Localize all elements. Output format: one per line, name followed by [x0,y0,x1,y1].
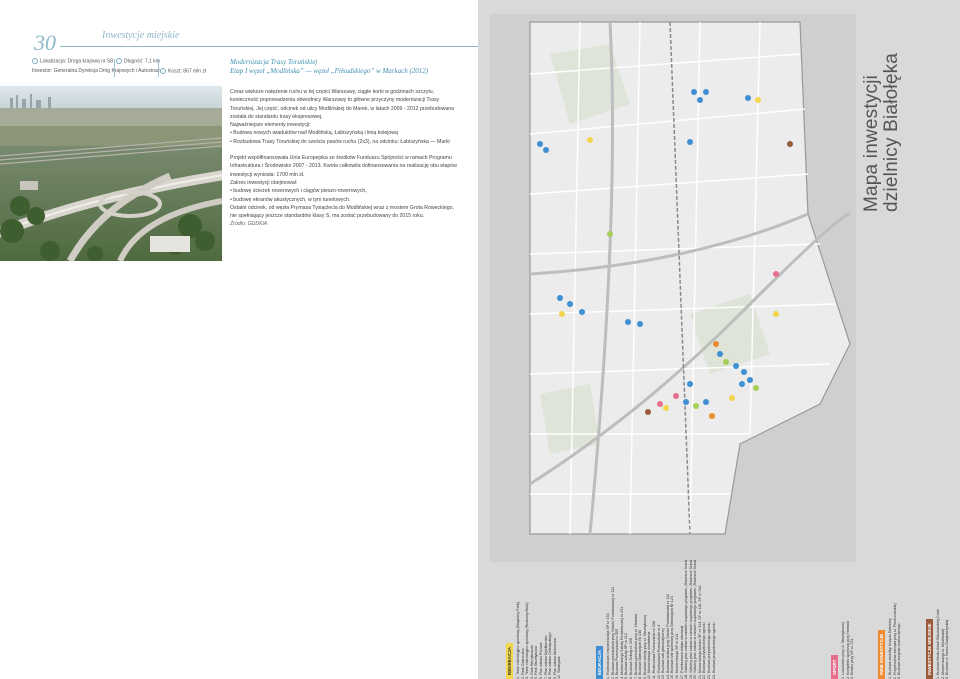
ruler-icon [116,58,122,64]
legend-list-sport: 1. Lodowisko przy ul. Strumykowej 2. Kom… [841,560,855,679]
legend-heading-rekreacja: REKREACJA [506,642,513,679]
page-number: 30 [34,30,56,55]
article-body: Coraz większe natężenie ruchu w tej częś… [230,88,462,229]
info-divider [114,59,115,77]
info-divider [158,59,159,77]
map-title-line: Mapa inwestycji [861,74,882,212]
legend-column-sport-inne: SPORT 1. Lodowisko przy ul. Strumykowej … [823,560,863,679]
legend-item: 10. Skatepark [557,656,562,679]
article-paragraph: Coraz większe natężenie ruchu w tej częś… [230,89,455,120]
header-divider [60,46,478,47]
article-title: Modernizacja Trasy Toruńskiej Etap I węz… [230,58,470,75]
coin-icon [160,68,166,74]
info-cost: Koszt: 867 mln zł [160,68,206,74]
map-title-line: dzielnicy Białołęka [881,52,902,212]
article-paragraph: Zakres inwestycji obejmował: [230,179,298,186]
legend-column-edukacja: EDUKACJA 1. Rozbudowa i modernizacja SP … [588,560,788,679]
legend-heading-inne: INNE INWESTYCJE [878,629,885,679]
legend-list-rekreacja: 1. Teren rekreacyjno-sportowy (Magiczny … [516,560,562,679]
legend-column-inne: INNE INWESTYCJE 1. Budowa siedziby Urzęd… [870,560,910,679]
left-page: 30 Inwestycje miejskie Lokalizacja: Drog… [0,0,478,679]
legend-list-inne: 1. Budowa siedziby Urzędu Dzielnicy 2. P… [888,560,902,679]
legend-item: 18. Szkolny plac zabaw w ramach rządoweg… [684,560,689,679]
article-paragraph: Najważniejsze elementy inwestycji: [230,122,311,129]
article-source: Źródło: GDDKiA [230,221,268,228]
legend-heading-sport: SPORT [831,655,838,679]
legend-list-edukacja: 1. Rozbudowa i modernizacja SP nr 154 2.… [606,560,716,679]
district-investment-map [490,14,856,562]
location-pin-icon [32,58,38,64]
map-title: Mapa inwestycji dzielnicy Białołęka [861,22,954,212]
legend-heading-edukacja: EDUKACJA [596,645,603,679]
legend-item: 3. Budowa ul. Nowo-Świętokrzyskiej [945,619,950,679]
article-bullet: • Rozbudowa Trasy Toruńskiej do sześciu … [230,138,450,145]
article-paragraph: Projekt współfinansowała Unia Europejska… [230,155,457,178]
legend-item: 3. Boisko przy SP nr 231 [850,638,855,679]
info-investor: Inwestor: Generalna Dyrekcja Dróg Krajow… [32,68,160,74]
article-paragraph: Ostatni odcinek, od węzła Prymasa Tysiąc… [230,204,454,220]
project-infobox: Lokalizacja: Droga krajowa nr S8 Inwesto… [28,58,214,80]
article-bullet: • Budowa nowych wiaduktów nad Modlińską,… [230,130,398,137]
article-subtitle-line: Etap I węzeł „Modlińska” — węzeł „Piłsud… [230,66,429,75]
info-location: Lokalizacja: Droga krajowa nr S8 [32,58,113,64]
section-label: Inwestycje miejskie [102,30,180,41]
legend-list-miejskie: 1. Budowa Mostu Marii Skłodowskiej-Curie… [936,560,950,679]
legend-column-miejskie: INWESTYCJE MIEJSKIE 1. Budowa Mostu Mari… [918,560,958,679]
legend-item: 24. Budowa przyszkolnego ogrodu [711,622,716,679]
aerial-photo-interchange [0,86,222,261]
article-title-line: Modernizacja Trasy Toruńskiej [230,58,318,66]
legend-heading-miejskie: INWESTYCJE MIEJSKIE [926,619,933,679]
legend-item: 3. Budowa budynku komunalnego [897,623,902,679]
article-bullet: • budowę ścieżek rowerowych i ciągów pie… [230,188,367,195]
info-length: Długość: 7,1 km [116,58,160,64]
legend-column-rekreacja: REKREACJA 1. Teren rekreacyjno-sportowy … [498,560,598,679]
map-legend: REKREACJA 1. Teren rekreacyjno-sportowy … [478,560,960,679]
article-bullet: • budowę ekranów akustycznych, w tym tun… [230,196,351,203]
